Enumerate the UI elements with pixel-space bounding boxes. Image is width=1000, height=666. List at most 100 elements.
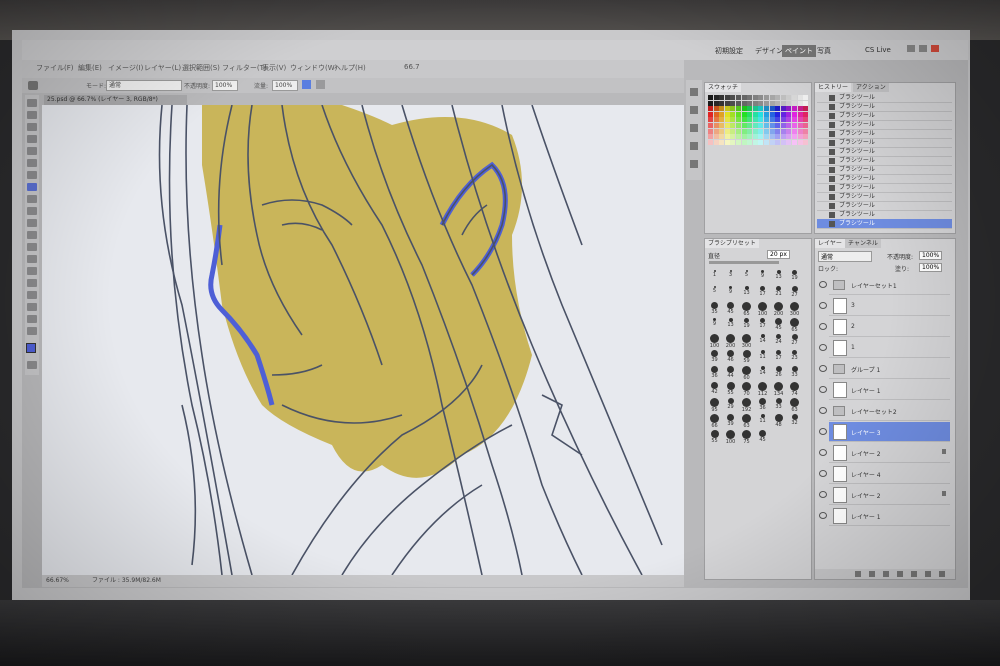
color-swatch[interactable] [719,106,725,112]
color-swatch[interactable] [780,128,786,134]
color-swatch[interactable] [719,128,725,134]
brush-preset[interactable]: 44 [723,365,738,380]
brush-preset[interactable]: 13 [771,269,786,284]
color-swatch[interactable] [724,111,730,117]
brush-preset[interactable]: 5 [707,285,722,300]
new-layer-icon[interactable] [925,571,931,577]
color-swatch[interactable] [780,106,786,112]
color-swatch[interactable] [730,139,736,145]
color-swatch[interactable] [719,117,725,123]
brush-preset[interactable]: 29 [723,397,738,412]
zoom-tool-icon[interactable] [27,327,37,335]
clone-source-panel-icon[interactable] [690,160,698,168]
brush-preset[interactable]: 45 [723,301,738,316]
color-swatch[interactable] [713,100,719,106]
color-swatch[interactable] [769,123,775,128]
color-swatch[interactable] [792,106,797,112]
visibility-eye-icon[interactable] [819,323,827,330]
brush-preset[interactable]: 46 [723,349,738,364]
zoom-level-display[interactable]: 66.7 [404,63,420,71]
color-swatch[interactable] [775,117,781,123]
brush-preset[interactable]: 13 [739,285,754,300]
menu-select[interactable]: 選択範囲(S) [182,63,220,73]
move-tool-icon[interactable] [27,99,37,107]
color-swatch[interactable] [758,100,764,106]
brush-preset[interactable]: 36 [755,397,770,412]
visibility-eye-icon[interactable] [819,365,827,372]
brush-preset[interactable]: 200 [771,301,786,317]
layer-group-row[interactable]: レイヤーセット1 [819,275,950,295]
menu-help[interactable]: ヘルプ(H) [334,63,366,73]
color-swatch[interactable] [758,128,764,134]
color-swatch[interactable] [736,134,741,140]
color-swatch[interactable] [797,106,803,112]
color-swatch[interactable] [747,106,753,112]
gradient-tool-icon[interactable] [27,231,37,239]
brush-preset[interactable]: 17 [755,285,770,300]
color-swatch[interactable] [792,111,797,117]
layer-row[interactable]: レイヤー 2 [819,443,950,463]
color-swatch[interactable] [758,134,764,140]
color-swatch[interactable] [769,117,775,123]
menu-image[interactable]: イメージ(I) [108,63,143,73]
color-swatch[interactable] [736,95,741,100]
color-swatch[interactable] [713,123,719,128]
brush-preset[interactable]: 65 [787,317,802,333]
masks-panel-icon[interactable] [690,142,698,150]
brush-preset[interactable]: 13 [723,317,738,332]
workspace-essentials-button[interactable]: 初期設定 [712,45,746,57]
layer-style-icon[interactable] [869,571,875,577]
menu-file[interactable]: ファイル(F) [36,63,74,73]
visibility-eye-icon[interactable] [819,344,827,351]
color-swatch[interactable] [741,117,747,123]
color-swatch[interactable] [769,134,775,140]
color-swatch[interactable] [758,106,764,112]
brush-preset[interactable]: 1 [707,269,722,284]
color-swatch[interactable] [736,128,741,134]
color-swatch[interactable] [786,95,792,100]
color-swatch[interactable] [764,100,769,106]
brush-preset[interactable]: 21 [771,285,786,300]
close-icon[interactable] [931,45,939,52]
brush-preset[interactable]: 59 [739,349,754,364]
color-swatch[interactable] [792,100,797,106]
menu-window[interactable]: ウィンドウ(W) [290,63,337,73]
color-swatch[interactable] [736,100,741,106]
color-swatch[interactable] [708,95,713,100]
brush-tool-icon[interactable] [28,81,38,90]
menu-filter[interactable]: フィルター(T) [222,63,267,73]
workspace-design-button[interactable]: デザイン [752,45,786,57]
color-swatch[interactable] [708,123,713,128]
color-swatch[interactable] [797,117,803,123]
brush-preset[interactable]: 39 [723,413,738,428]
healing-tool-icon[interactable] [27,171,37,179]
color-swatch[interactable] [780,95,786,100]
color-swatch[interactable] [758,123,764,128]
lasso-tool-icon[interactable] [27,123,37,131]
brush-preset[interactable]: 11 [755,349,770,364]
layer-row[interactable]: レイヤー 2 [819,485,950,505]
color-swatch[interactable] [786,139,792,145]
color-swatch[interactable] [792,117,797,123]
color-swatch[interactable] [775,95,781,100]
color-swatch[interactable] [741,128,747,134]
brush-preset[interactable]: 9 [707,317,722,332]
brush-preset[interactable]: 9 [755,269,770,284]
visibility-eye-icon[interactable] [819,449,827,456]
color-swatch[interactable] [713,95,719,100]
layer-row[interactable]: レイヤー 3 [819,422,950,442]
color-swatch[interactable] [792,139,797,145]
color-swatch[interactable] [803,134,809,140]
status-zoom[interactable]: 66.67% [46,575,69,587]
dodge-tool-icon[interactable] [27,255,37,263]
color-swatch[interactable] [792,95,797,100]
color-swatch[interactable] [719,95,725,100]
color-swatch[interactable] [764,117,769,123]
color-swatch[interactable] [730,95,736,100]
color-swatch[interactable] [775,100,781,106]
color-swatch[interactable] [724,139,730,145]
brush-preset[interactable]: 45 [771,317,786,332]
color-swatch[interactable] [786,128,792,134]
color-swatch[interactable] [780,123,786,128]
color-swatch[interactable] [764,134,769,140]
